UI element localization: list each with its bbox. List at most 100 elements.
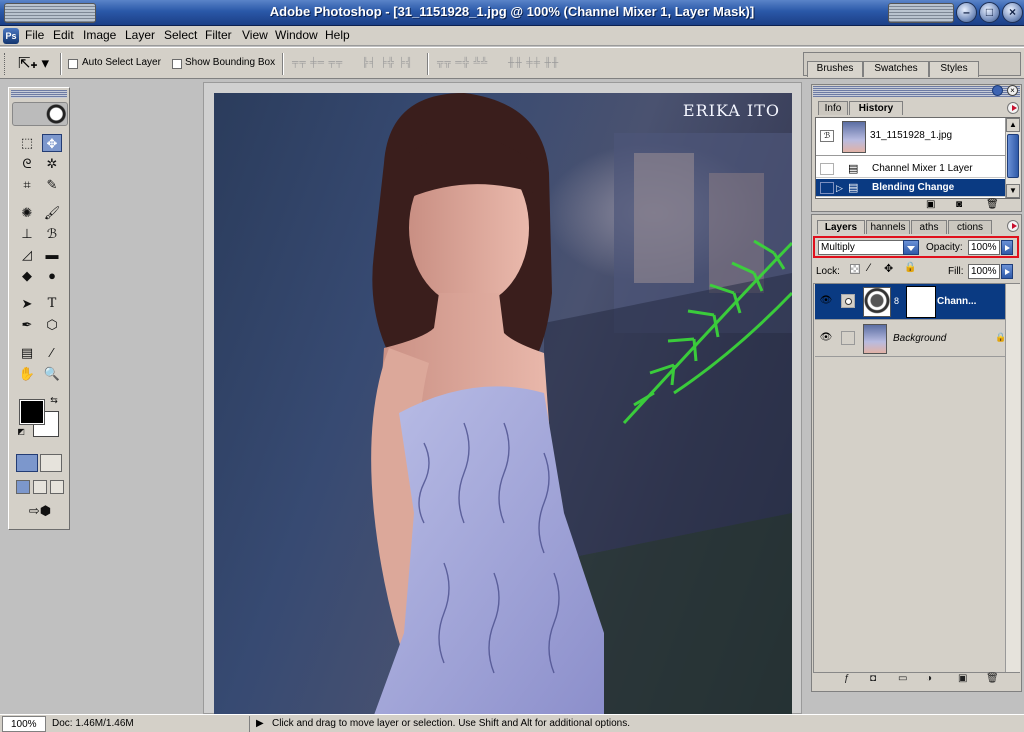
menu-select[interactable]: Select bbox=[164, 28, 197, 42]
new-document-from-state-icon[interactable]: ▣ bbox=[926, 199, 935, 210]
minimize-button[interactable]: – bbox=[956, 2, 977, 23]
layer-row[interactable]: 👁 8 Chann... bbox=[815, 284, 1005, 320]
blur-tool-icon[interactable]: ◆ bbox=[17, 267, 37, 285]
history-state[interactable]: ▤ Channel Mixer 1 Layer bbox=[816, 160, 1006, 178]
healing-brush-icon[interactable]: ✺ bbox=[17, 204, 37, 222]
marquee-tool-icon[interactable]: ⬚ bbox=[17, 134, 37, 152]
history-snapshot[interactable]: ℬ 31_1151928_1.jpg bbox=[816, 118, 1006, 156]
photo-canvas[interactable]: ERIKA ITO bbox=[214, 93, 792, 715]
history-state[interactable]: ▷ ▤ Blending Change bbox=[816, 179, 1006, 197]
photoshop-icon[interactable]: Ps bbox=[3, 28, 19, 44]
fill-slider-arrow-icon[interactable] bbox=[1001, 264, 1013, 279]
layer-name[interactable]: Chann... bbox=[937, 296, 976, 307]
gradient-tool-icon[interactable]: ▬ bbox=[42, 246, 62, 264]
eraser-tool-icon[interactable]: ◿ bbox=[17, 246, 37, 264]
hand-tool-icon[interactable]: ✋ bbox=[17, 365, 37, 383]
adobe-online-icon[interactable] bbox=[12, 102, 68, 126]
menu-image[interactable]: Image bbox=[83, 28, 116, 42]
palette-well-tab-brushes[interactable]: Brushes bbox=[807, 61, 863, 77]
maximize-button[interactable]: □ bbox=[979, 2, 1000, 23]
layer-chain-icon[interactable]: 8 bbox=[894, 296, 899, 306]
notes-tool-icon[interactable]: ▤ bbox=[17, 344, 37, 362]
new-layer-icon[interactable]: ▣ bbox=[958, 673, 967, 689]
history-slider-icon[interactable]: ▷ bbox=[836, 179, 843, 197]
auto-select-checkbox[interactable] bbox=[68, 59, 78, 69]
menu-view[interactable]: View bbox=[242, 28, 268, 42]
align-buttons-icon[interactable]: ╤╤ ╪═ ╤╤ bbox=[292, 57, 343, 69]
layer-link-icon[interactable] bbox=[841, 294, 855, 308]
history-brush-icon[interactable]: ℬ bbox=[42, 225, 62, 243]
move-tool-preset-icon[interactable]: ⇱✚ ▾ bbox=[18, 54, 49, 72]
eye-icon[interactable]: 👁 bbox=[819, 333, 833, 343]
document-window[interactable]: ERIKA ITO bbox=[203, 82, 802, 715]
brush-tool-icon[interactable]: 🖌 bbox=[42, 204, 62, 222]
palette-minimize-icon[interactable] bbox=[992, 85, 1003, 96]
zoom-field[interactable]: 100% bbox=[2, 716, 46, 732]
menu-filter[interactable]: Filter bbox=[205, 28, 232, 42]
tab-paths[interactable]: aths bbox=[911, 220, 947, 234]
layer-row[interactable]: 👁 Background 🔒 bbox=[815, 321, 1006, 357]
standard-mode-icon[interactable] bbox=[16, 454, 38, 472]
lock-transparency-icon[interactable] bbox=[850, 264, 860, 274]
scroll-up-icon[interactable]: ▲ bbox=[1006, 118, 1020, 132]
screen-mode-full-menu-icon[interactable] bbox=[33, 480, 47, 494]
clone-stamp-icon[interactable]: ⊥ bbox=[17, 225, 37, 243]
history-brush-source-icon[interactable] bbox=[820, 182, 834, 194]
history-brush-source-icon[interactable] bbox=[820, 163, 834, 175]
new-group-icon[interactable]: ▭ bbox=[898, 673, 907, 689]
scroll-down-icon[interactable]: ▼ bbox=[1006, 184, 1020, 198]
layers-scrollbar[interactable] bbox=[1005, 284, 1020, 672]
slice-tool-icon[interactable]: ✎ bbox=[42, 176, 62, 194]
screen-mode-standard-icon[interactable] bbox=[16, 480, 30, 494]
foreground-color-swatch[interactable] bbox=[19, 399, 45, 425]
palette-grip[interactable] bbox=[813, 86, 1020, 97]
menu-window[interactable]: Window bbox=[275, 28, 318, 42]
delete-layer-icon[interactable]: 🗑 bbox=[986, 673, 999, 689]
tab-layers[interactable]: Layers bbox=[817, 220, 865, 234]
menu-edit[interactable]: Edit bbox=[53, 28, 74, 42]
layer-link-icon[interactable] bbox=[841, 331, 855, 345]
toolbox-grip[interactable] bbox=[11, 90, 67, 98]
align-buttons-icon[interactable]: ╠╡ ╞╬ ╞╣ bbox=[362, 57, 413, 69]
magic-wand-icon[interactable]: ✲ bbox=[42, 155, 62, 173]
dodge-tool-icon[interactable]: ● bbox=[42, 267, 62, 285]
history-scrollbar[interactable]: ▲ ▼ bbox=[1005, 118, 1020, 198]
lock-position-icon[interactable]: ✥ bbox=[884, 262, 893, 275]
title-bar[interactable]: Adobe Photoshop - [31_1151928_1.jpg @ 10… bbox=[0, 0, 1024, 26]
shape-tool-icon[interactable]: ⬡ bbox=[42, 316, 62, 334]
palette-well-tab-styles[interactable]: Styles bbox=[929, 61, 979, 77]
tab-actions[interactable]: ctions bbox=[948, 220, 992, 234]
move-tool-icon[interactable]: ✥ bbox=[42, 134, 62, 152]
default-colors-icon[interactable]: ◩ bbox=[15, 426, 27, 438]
layer-style-icon[interactable]: ƒ bbox=[844, 673, 850, 689]
close-button[interactable]: × bbox=[1002, 2, 1023, 23]
zoom-tool-icon[interactable]: 🔍 bbox=[42, 365, 62, 383]
layer-mask-thumbnail[interactable] bbox=[906, 286, 936, 318]
tab-history[interactable]: History bbox=[849, 101, 903, 115]
delete-state-icon[interactable]: 🗑 bbox=[986, 199, 999, 210]
lock-image-icon[interactable]: ⁄ bbox=[868, 262, 870, 274]
lasso-tool-icon[interactable]: ᘓ bbox=[17, 155, 37, 173]
palette-menu-icon[interactable] bbox=[1007, 102, 1019, 114]
tab-channels[interactable]: hannels bbox=[866, 220, 910, 234]
status-menu-icon[interactable]: ▶ bbox=[256, 716, 266, 732]
history-brush-source-icon[interactable]: ℬ bbox=[820, 130, 834, 142]
distribute-buttons-icon[interactable]: ╦╦ ═╬ ╩╩ bbox=[437, 57, 488, 69]
eye-icon[interactable]: 👁 bbox=[819, 296, 833, 306]
palette-menu-icon[interactable] bbox=[1007, 220, 1019, 232]
swap-colors-icon[interactable]: ⇆ bbox=[47, 394, 61, 406]
fill-input[interactable]: 100% bbox=[968, 264, 1000, 279]
quick-mask-icon[interactable] bbox=[40, 454, 62, 472]
eyedropper-icon[interactable]: ⁄ bbox=[42, 344, 62, 362]
pen-tool-icon[interactable]: ✒ bbox=[17, 316, 37, 334]
lock-all-icon[interactable]: 🔒 bbox=[904, 262, 916, 273]
layer-name[interactable]: Background bbox=[893, 333, 946, 344]
new-adjustment-layer-icon[interactable]: ◑ bbox=[926, 673, 932, 689]
tab-info[interactable]: Info bbox=[818, 101, 848, 115]
doc-size[interactable]: Doc: 1.46M/1.46M bbox=[50, 716, 250, 732]
palette-well-tab-swatches[interactable]: Swatches bbox=[863, 61, 929, 77]
palette-close-icon[interactable]: × bbox=[1007, 85, 1018, 96]
scroll-thumb[interactable] bbox=[1007, 134, 1019, 178]
type-tool-icon[interactable]: T bbox=[42, 295, 62, 313]
crop-tool-icon[interactable]: ⌗ bbox=[17, 176, 37, 194]
